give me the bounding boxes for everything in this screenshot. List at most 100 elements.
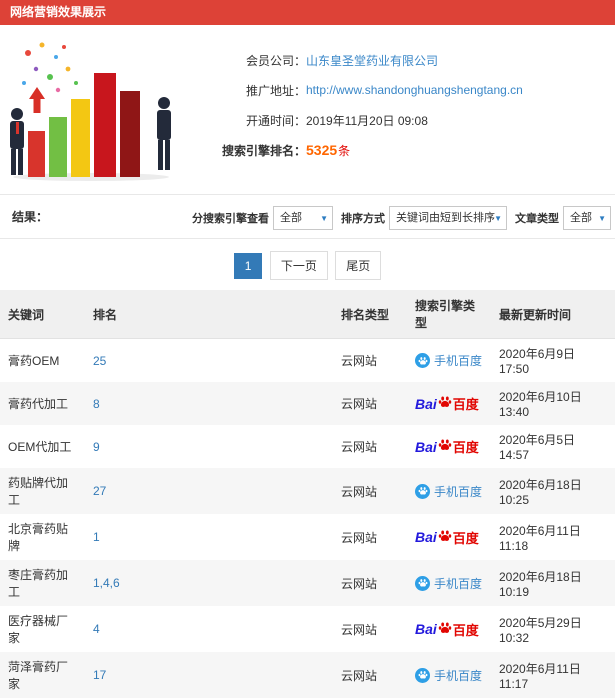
rank-count-row: 搜索引擎排名： 5325条: [188, 135, 523, 165]
paw-icon: [437, 621, 453, 638]
rank-link[interactable]: 27: [85, 468, 333, 514]
keyword-cell: 药贴牌代加工: [0, 468, 85, 514]
engine-cell: Bai百度: [407, 606, 491, 652]
table-row: 北京膏药贴牌1云网站 Bai百度 2020年6月11日 11:18: [0, 514, 615, 560]
updated-cell: 2020年6月11日 11:18: [491, 514, 615, 560]
page-next[interactable]: 下一页: [270, 251, 328, 280]
chart-illustration: [0, 35, 188, 186]
rank-type-cell: 云网站: [333, 425, 407, 468]
table-row: 菏泽膏药厂家17云网站手机百度 2020年6月11日 11:17: [0, 652, 615, 698]
rank-link[interactable]: 8: [85, 382, 333, 425]
table-body: 膏药OEM25云网站手机百度2020年6月9日 17:50膏药代加工8云网站Ba…: [0, 339, 615, 698]
info-section: 会员公司： 山东皇圣堂药业有限公司 推广地址： http://www.shand…: [0, 25, 615, 194]
open-time-row: 开通时间： 2019年11月20日 09:08: [188, 105, 523, 135]
paw-icon: [437, 438, 453, 455]
engine-cell: 手机百度: [407, 468, 491, 514]
sort-label: 排序方式: [341, 210, 385, 226]
keyword-cell: 枣庄膏药加工: [0, 560, 85, 606]
baidu-logo: Bai百度: [415, 528, 479, 547]
pagination: 1 下一页 尾页: [0, 239, 615, 290]
promo-url-label: 推广地址：: [188, 82, 306, 99]
company-row: 会员公司： 山东皇圣堂药业有限公司: [188, 45, 523, 75]
table-row: 膏药代加工8云网站 Bai百度 2020年6月10日 13:40: [0, 382, 615, 425]
header-engine-type: 搜索引擎类型: [407, 290, 491, 339]
keyword-cell: OEM代加工: [0, 425, 85, 468]
rank-type-cell: 云网站: [333, 606, 407, 652]
table-row: 膏药OEM25云网站手机百度2020年6月9日 17:50: [0, 339, 615, 383]
mobile-baidu-logo: 手机百度: [415, 667, 482, 684]
mobile-baidu-label: 手机百度: [434, 575, 482, 592]
rank-link[interactable]: 4: [85, 606, 333, 652]
updated-cell: 2020年6月10日 13:40: [491, 382, 615, 425]
updated-cell: 2020年5月29日 10:32: [491, 606, 615, 652]
page-last[interactable]: 尾页: [335, 251, 381, 280]
engine-select-value: 全部: [280, 212, 302, 224]
engine-cell: Bai百度: [407, 514, 491, 560]
rank-type-cell: 云网站: [333, 339, 407, 383]
rank-link[interactable]: 25: [85, 339, 333, 383]
rank-count: 5325条: [306, 142, 350, 159]
table-row: 药贴牌代加工27云网站 手机百度 2020年6月18日 10:25: [0, 468, 615, 514]
paw-icon: [415, 576, 430, 591]
baidu-logo-text: Bai: [415, 439, 437, 455]
rank-type-cell: 云网站: [333, 382, 407, 425]
results-table: 关键词 排名 排名类型 搜索引擎类型 最新更新时间 膏药OEM25云网站手机百度…: [0, 290, 615, 698]
article-type-select[interactable]: 全部: [563, 206, 611, 230]
keyword-cell: 膏药代加工: [0, 382, 85, 425]
page-current[interactable]: 1: [234, 253, 263, 279]
keyword-cell: 膏药OEM: [0, 339, 85, 383]
header-keyword: 关键词: [0, 290, 85, 339]
company-label: 会员公司：: [188, 52, 306, 69]
keyword-cell: 菏泽膏药厂家: [0, 652, 85, 698]
updated-cell: 2020年6月18日 10:25: [491, 468, 615, 514]
baidu-logo: Bai百度: [415, 620, 479, 639]
open-time-label: 开通时间：: [188, 112, 306, 129]
engine-cell: 手机百度: [407, 560, 491, 606]
rank-type-cell: 云网站: [333, 652, 407, 698]
filter-bar: 结果： 分搜索引擎查看 全部 排序方式 关键词由短到长排序 文章类型 全部 提交: [0, 194, 615, 239]
engine-select[interactable]: 全部: [273, 206, 333, 230]
info-fields: 会员公司： 山东皇圣堂药业有限公司 推广地址： http://www.shand…: [188, 35, 523, 186]
filter-controls: 分搜索引擎查看 全部 排序方式 关键词由短到长排序 文章类型 全部 提交: [192, 195, 615, 239]
mobile-baidu-logo: 手机百度: [415, 352, 482, 369]
baidu-logo: Bai百度: [415, 394, 479, 413]
open-time-value: 2019年11月20日 09:08: [306, 112, 428, 129]
mobile-baidu-label: 手机百度: [434, 352, 482, 369]
company-link[interactable]: 山东皇圣堂药业有限公司: [306, 52, 438, 69]
baidu-logo: Bai 百度: [415, 437, 479, 456]
engine-filter-label: 分搜索引擎查看: [192, 210, 269, 226]
engine-cell: 手机百度: [407, 652, 491, 698]
header-rank: 排名: [85, 290, 333, 339]
rank-link[interactable]: 1,4,6: [85, 560, 333, 606]
promo-url-row: 推广地址： http://www.shandonghuangshengtang.…: [188, 75, 523, 105]
result-label: 结果：: [12, 208, 48, 225]
promo-url-link[interactable]: http://www.shandonghuangshengtang.cn: [306, 83, 523, 97]
mobile-baidu-logo: 手机百度: [415, 483, 482, 500]
baidu-logo-cn: 百度: [453, 437, 479, 456]
paw-icon: [415, 668, 430, 683]
engine-cell: Bai 百度: [407, 425, 491, 468]
paw-icon: [437, 395, 453, 412]
sort-select[interactable]: 关键词由短到长排序: [389, 206, 507, 230]
rank-type-cell: 云网站: [333, 468, 407, 514]
header-rank-type: 排名类型: [333, 290, 407, 339]
rank-type-cell: 云网站: [333, 514, 407, 560]
paw-icon: [415, 353, 430, 368]
rank-count-value: 5325: [306, 142, 337, 158]
updated-cell: 2020年6月11日 11:17: [491, 652, 615, 698]
keyword-cell: 北京膏药贴牌: [0, 514, 85, 560]
engine-cell: 手机百度: [407, 339, 491, 383]
rank-link[interactable]: 1: [85, 514, 333, 560]
baidu-logo-cn: 百度: [453, 394, 479, 413]
header-updated: 最新更新时间: [491, 290, 615, 339]
baidu-logo-text: Bai: [415, 529, 437, 545]
rank-link[interactable]: 9: [85, 425, 333, 468]
page-title: 网络营销效果展示: [0, 0, 615, 25]
rank-count-suffix: 条: [338, 144, 350, 158]
mobile-baidu-logo: 手机百度: [415, 575, 482, 592]
engine-cell: Bai百度: [407, 382, 491, 425]
rank-link[interactable]: 17: [85, 652, 333, 698]
paw-icon: [415, 484, 430, 499]
mobile-baidu-label: 手机百度: [434, 483, 482, 500]
table-row: OEM代加工9云网站Bai百度2020年6月5日 14:57: [0, 425, 615, 468]
